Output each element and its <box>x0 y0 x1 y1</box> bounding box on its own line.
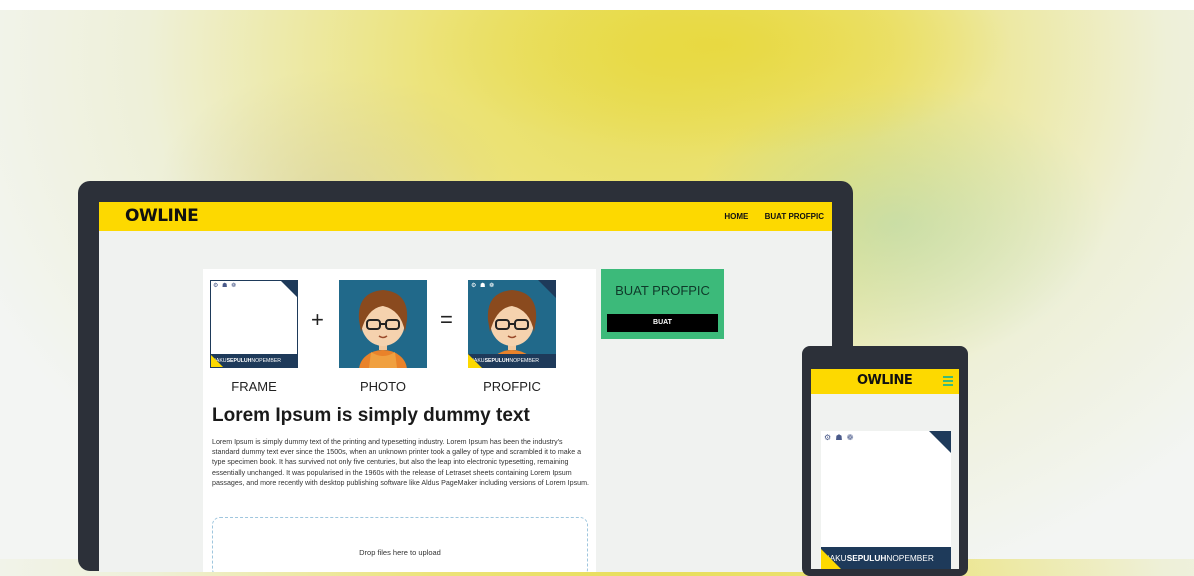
mobile-frame-image: ⚙ ☗ ❁ #AKUSEPULUHNOPEMBER <box>821 431 951 569</box>
buat-button[interactable]: BUAT <box>607 314 718 332</box>
nav-home-link[interactable]: HOME <box>724 212 748 221</box>
corner-decoration <box>929 431 951 453</box>
create-profpic-card: BUAT PROFPIC BUAT <box>601 269 724 339</box>
mobile-header: OWLINE <box>811 369 959 394</box>
top-strip <box>0 0 1194 10</box>
nav-menu: HOME BUAT PROFPIC <box>710 212 824 221</box>
page-heading: Lorem Ipsum is simply dummy text <box>212 405 530 426</box>
site-logo[interactable]: OWLINE <box>125 206 199 226</box>
frame-border <box>210 280 298 368</box>
frame-image: ⚙ ☗ ❁ #AKUSEPULUHNOPEMBER <box>210 280 298 368</box>
phone-screen: OWLINE ⚙ ☗ ❁ #AKUSEPULUHNOPEMBER <box>811 369 959 569</box>
file-dropzone[interactable]: Drop files here to upload <box>212 517 588 572</box>
partner-logos-icon: ⚙ ☗ ❁ <box>471 283 496 289</box>
phone-mockup: OWLINE ⚙ ☗ ❁ #AKUSEPULUHNOPEMBER <box>802 346 968 576</box>
profpic-image: ⚙ ☗ ❁ #AKUSEPULUHNOPEMBER <box>468 280 556 368</box>
dropzone-text: Drop files here to upload <box>359 548 441 557</box>
site-header: OWLINE HOME BUAT PROFPIC <box>99 202 832 231</box>
equals-sign: = <box>440 307 453 332</box>
frame-label: FRAME <box>231 379 277 394</box>
create-card-title: BUAT PROFPIC <box>615 283 710 298</box>
corner-decoration <box>821 549 841 569</box>
mobile-logo[interactable]: OWLINE <box>857 373 913 388</box>
laptop-mockup: OWLINE HOME BUAT PROFPIC ⚙ ☗ ❁ #AKUSEPUL… <box>78 181 853 572</box>
avatar-illustration-icon <box>358 290 408 368</box>
profpic-label: PROFPIC <box>483 379 541 394</box>
plus-sign: + <box>311 307 324 332</box>
content-panel: ⚙ ☗ ❁ #AKUSEPULUHNOPEMBER + = ⚙ ☗ ❁ #AKU… <box>203 269 596 572</box>
photo-image <box>339 280 427 368</box>
corner-decoration <box>538 280 556 298</box>
hamburger-menu-icon[interactable] <box>943 376 953 386</box>
laptop-screen: OWLINE HOME BUAT PROFPIC ⚙ ☗ ❁ #AKUSEPUL… <box>99 202 832 572</box>
nav-buat-profpic-link[interactable]: BUAT PROFPIC <box>765 212 824 221</box>
partner-logos-icon: ⚙ ☗ ❁ <box>824 433 855 442</box>
intro-paragraph: Lorem Ipsum is simply dummy text of the … <box>212 438 589 487</box>
corner-decoration <box>468 354 482 368</box>
photo-label: PHOTO <box>360 379 406 394</box>
